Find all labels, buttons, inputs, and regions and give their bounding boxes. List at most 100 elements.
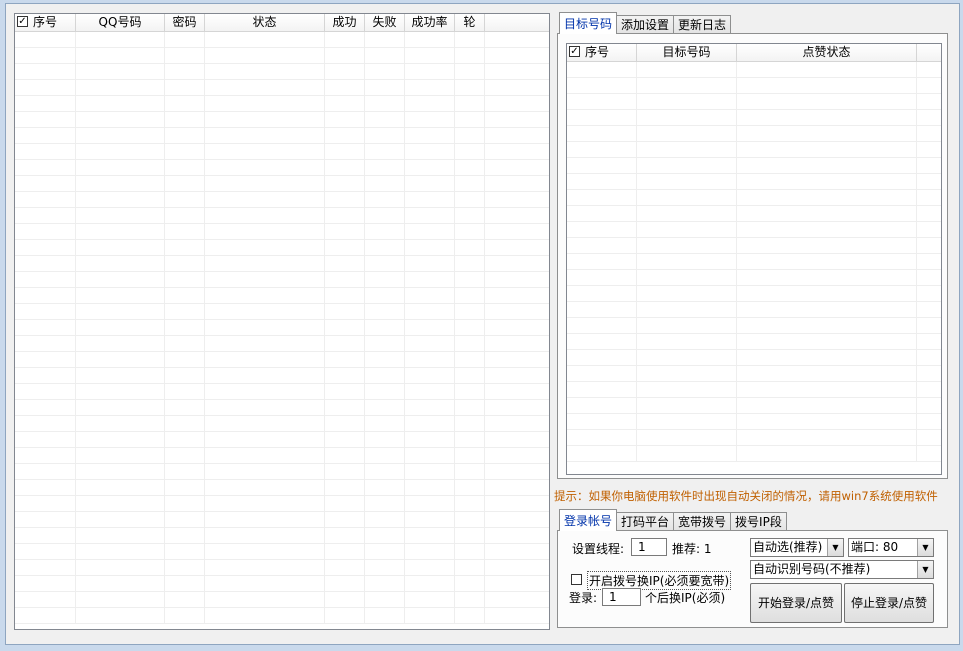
- account-list-header: ✓ 序号 QQ号码 密码 状态 成功 失败 成功率 轮: [15, 14, 549, 32]
- list-cell: [205, 320, 325, 335]
- col-status[interactable]: 状态: [205, 14, 325, 31]
- list-cell: [637, 414, 737, 429]
- list-cell: [15, 592, 76, 607]
- tab-add-settings[interactable]: 添加设置: [616, 15, 675, 34]
- list-cell: [737, 174, 917, 189]
- list-cell: [76, 208, 165, 223]
- list-cell: [205, 240, 325, 255]
- col-fail[interactable]: 失败: [365, 14, 405, 31]
- list-cell: [405, 192, 455, 207]
- list-cell: [205, 544, 325, 559]
- list-cell: [325, 544, 365, 559]
- list-cell: [205, 64, 325, 79]
- list-cell: [15, 528, 76, 543]
- col-target-number[interactable]: 目标号码: [637, 44, 737, 61]
- list-row: [567, 158, 941, 174]
- list-cell: [325, 416, 365, 431]
- recognition-dropdown[interactable]: 自动识别号码(不推荐) ▼: [750, 560, 934, 579]
- list-cell: [76, 48, 165, 63]
- stop-login-button[interactable]: 停止登录/点赞: [844, 583, 934, 623]
- col-qq[interactable]: QQ号码: [76, 14, 165, 31]
- list-cell: [15, 272, 76, 287]
- col-round[interactable]: 轮: [455, 14, 485, 31]
- list-row: [15, 448, 549, 464]
- list-cell: [325, 432, 365, 447]
- list-cell: [15, 320, 76, 335]
- list-cell: [165, 48, 205, 63]
- account-list[interactable]: ✓ 序号 QQ号码 密码 状态 成功 失败 成功率 轮: [14, 13, 550, 630]
- list-cell: [165, 496, 205, 511]
- list-cell: [76, 256, 165, 271]
- list-cell: [365, 416, 405, 431]
- tab-login-accounts[interactable]: 登录帐号: [559, 509, 618, 531]
- list-cell: [76, 240, 165, 255]
- list-cell: [165, 288, 205, 303]
- list-row: [15, 96, 549, 112]
- list-cell: [325, 192, 365, 207]
- start-login-button[interactable]: 开始登录/点赞: [750, 583, 842, 623]
- list-cell: [405, 80, 455, 95]
- list-row: [15, 336, 549, 352]
- list-cell: [567, 398, 637, 413]
- list-cell: [365, 144, 405, 159]
- list-cell: [737, 302, 917, 317]
- list-cell: [15, 576, 76, 591]
- list-cell: [325, 256, 365, 271]
- list-cell: [325, 464, 365, 479]
- list-row: [567, 206, 941, 222]
- list-cell: [76, 192, 165, 207]
- list-cell: [15, 416, 76, 431]
- list-cell: [365, 304, 405, 319]
- list-cell: [737, 430, 917, 445]
- list-cell: [405, 544, 455, 559]
- list-cell: [567, 430, 637, 445]
- list-cell: [165, 576, 205, 591]
- tab-update-log[interactable]: 更新日志: [673, 15, 732, 34]
- list-row: [567, 110, 941, 126]
- list-cell: [205, 272, 325, 287]
- col-success-rate[interactable]: 成功率: [405, 14, 455, 31]
- list-row: [15, 320, 549, 336]
- list-cell: [637, 222, 737, 237]
- list-cell: [737, 78, 917, 93]
- list-cell: [76, 336, 165, 351]
- list-row: [15, 592, 549, 608]
- list-cell: [325, 336, 365, 351]
- list-row: [567, 302, 941, 318]
- list-cell: [165, 464, 205, 479]
- select-all-checkbox[interactable]: ✓: [17, 16, 28, 27]
- tab-target-numbers[interactable]: 目标号码: [559, 12, 618, 34]
- list-cell: [637, 142, 737, 157]
- col-index[interactable]: ✓ 序号: [15, 14, 76, 31]
- col-success[interactable]: 成功: [325, 14, 365, 31]
- list-cell: [405, 224, 455, 239]
- list-cell: [76, 288, 165, 303]
- auto-select-dropdown[interactable]: 自动选(推荐) ▼: [750, 538, 844, 557]
- col-password[interactable]: 密码: [165, 14, 205, 31]
- tab-dial-ip-range[interactable]: 拨号IP段: [730, 512, 787, 531]
- list-cell: [405, 96, 455, 111]
- list-row: [15, 576, 549, 592]
- list-cell: [567, 78, 637, 93]
- col-target-index[interactable]: ✓ 序号: [567, 44, 637, 61]
- list-cell: [205, 336, 325, 351]
- select-all-targets-checkbox[interactable]: ✓: [569, 46, 580, 57]
- dial-ip-checkbox[interactable]: [571, 574, 582, 585]
- login-count-input[interactable]: 1: [602, 588, 641, 606]
- port-dropdown[interactable]: 端口: 80 ▼: [848, 538, 934, 557]
- col-like-status[interactable]: 点赞状态: [737, 44, 917, 61]
- list-cell: [76, 144, 165, 159]
- list-row: [15, 496, 549, 512]
- top-tabstrip: 目标号码 添加设置 更新日志: [559, 12, 732, 34]
- target-list[interactable]: ✓ 序号 目标号码 点赞状态: [566, 43, 942, 475]
- list-cell: [165, 96, 205, 111]
- tab-captcha-platform[interactable]: 打码平台: [616, 512, 675, 531]
- threads-input[interactable]: 1: [631, 538, 667, 556]
- list-row: [567, 318, 941, 334]
- list-cell: [737, 334, 917, 349]
- list-cell: [15, 464, 76, 479]
- list-cell: [637, 94, 737, 109]
- list-row: [15, 176, 549, 192]
- tab-broadband-dial[interactable]: 宽带拨号: [673, 512, 732, 531]
- list-cell: [737, 206, 917, 221]
